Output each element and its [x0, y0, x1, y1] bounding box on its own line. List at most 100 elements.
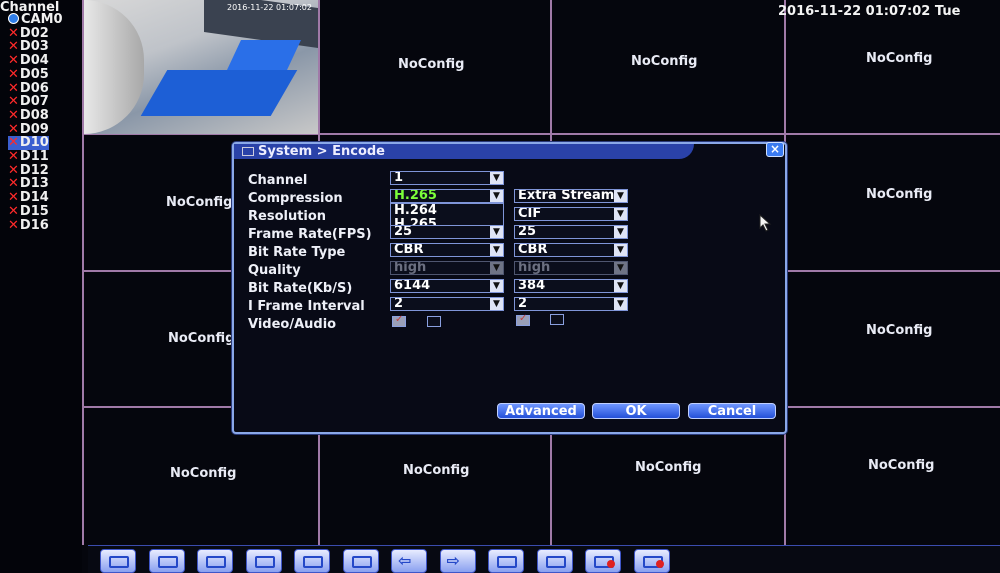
channel-item-d16[interactable]: ✕D16	[8, 217, 49, 233]
next-icon[interactable]: ⇨	[439, 549, 476, 573]
encode-dialog: System > Encode × Channel Compression Re…	[232, 142, 787, 434]
offline-x-icon: ✕	[8, 217, 19, 233]
chevron-down-icon: ▼	[490, 298, 503, 310]
button-glyph	[497, 556, 517, 568]
label-video-audio: Video/Audio	[248, 317, 337, 332]
label-resolution: Resolution	[248, 209, 327, 224]
playback-icon[interactable]	[488, 549, 524, 573]
chevron-down-icon: ▼	[614, 226, 627, 238]
noconfig-label: NoConfig	[631, 54, 698, 69]
label-bit-rate: Bit Rate(Kb/S)	[248, 281, 353, 296]
offline-x-icon: ✕	[8, 53, 19, 69]
camera-online-icon	[8, 13, 19, 24]
label-channel: Channel	[248, 173, 308, 188]
extra-frame-rate-select[interactable]: 25 ▼	[514, 225, 628, 239]
chevron-down-icon: ▼	[614, 298, 627, 310]
frame-rate-value: 25	[394, 225, 413, 239]
preview-ceiling	[84, 0, 144, 134]
label-iframe-interval: I Frame Interval	[248, 299, 365, 314]
extra-video-checkbox[interactable]	[516, 313, 530, 326]
channel-list: Channel CAM0 ✕D02 ✕D03 ✕D04 ✕D05 ✕D06 ✕D07 ✕D08…	[0, 0, 82, 573]
offline-x-icon: ✕	[8, 149, 19, 164]
extra-quality-value: high	[518, 261, 551, 275]
view-4-icon[interactable]	[148, 549, 185, 573]
channel-select[interactable]: 1 ▼	[390, 171, 504, 185]
dialog-title: System > Encode	[258, 144, 385, 159]
arrow-left-icon: ⇦	[398, 551, 412, 570]
noconfig-label: NoConfig	[168, 331, 235, 346]
video-checkbox[interactable]	[392, 314, 406, 327]
label-quality: Quality	[248, 263, 301, 278]
record-dot-icon	[607, 560, 615, 568]
preview-timestamp: 2016-11-22 01:07:02	[227, 3, 312, 12]
extra-resolution-select[interactable]: CIF ▼	[514, 207, 628, 221]
extra-bit-rate-type-select[interactable]: CBR ▼	[514, 243, 628, 257]
view-1-icon[interactable]	[100, 549, 136, 573]
extra-quality-select: high ▼	[514, 261, 628, 275]
noconfig-label: NoConfig	[166, 195, 233, 210]
record-stop-icon[interactable]	[633, 549, 670, 573]
extra-frame-rate-value: 25	[518, 225, 537, 239]
iframe-interval-value: 2	[394, 297, 404, 311]
button-glyph	[351, 556, 372, 568]
chevron-down-icon: ▼	[490, 226, 503, 238]
extra-resolution-value: CIF	[518, 207, 542, 221]
button-glyph	[109, 556, 129, 568]
label-compression: Compression	[248, 191, 343, 206]
quality-value: high	[394, 261, 427, 275]
stream-value: Extra Stream	[518, 189, 615, 203]
stream-select[interactable]: Extra Stream ▼	[514, 189, 628, 203]
bit-rate-select[interactable]: 6144 ▼	[390, 279, 504, 293]
compression-select[interactable]: H.265 ▼	[390, 189, 504, 203]
view-8-icon[interactable]	[197, 549, 233, 573]
chevron-down-icon: ▼	[614, 262, 627, 274]
audio-checkbox[interactable]	[427, 316, 441, 327]
extra-iframe-interval-value: 2	[518, 297, 528, 311]
view-9-icon[interactable]	[245, 549, 282, 573]
close-button[interactable]: ×	[766, 142, 784, 157]
extra-bit-rate-type-value: CBR	[518, 243, 548, 257]
button-glyph	[157, 556, 178, 568]
extra-bit-rate-select[interactable]: 384 ▼	[514, 279, 628, 293]
iframe-interval-select[interactable]: 2 ▼	[390, 297, 504, 311]
view-16-icon[interactable]	[294, 549, 330, 573]
window-icon	[242, 147, 254, 156]
offline-x-icon: ✕	[8, 190, 19, 206]
arrow-right-icon: ⇨	[446, 551, 460, 570]
ok-button[interactable]: OK	[592, 403, 680, 419]
chevron-down-icon: ▼	[614, 190, 627, 202]
bit-rate-type-select[interactable]: CBR ▼	[390, 243, 504, 257]
offline-x-icon: ✕	[8, 66, 19, 82]
extra-bit-rate-value: 384	[518, 279, 546, 293]
frame-rate-select[interactable]: 25 ▼	[390, 225, 504, 239]
network-icon[interactable]	[536, 549, 573, 573]
extra-iframe-interval-select[interactable]: 2 ▼	[514, 297, 628, 311]
chevron-down-icon: ▼	[490, 262, 503, 274]
noconfig-label: NoConfig	[170, 466, 237, 481]
mouse-cursor-icon	[759, 214, 772, 232]
noconfig-label: NoConfig	[866, 323, 933, 338]
compression-option[interactable]: H.264	[391, 204, 503, 218]
chevron-down-icon: ▼	[614, 244, 627, 256]
prev-icon[interactable]: ⇦	[391, 549, 427, 573]
preview-desk	[227, 40, 301, 70]
record-icon[interactable]	[585, 549, 621, 573]
offline-x-icon: ✕	[8, 107, 19, 123]
noconfig-label: NoConfig	[868, 458, 935, 473]
quality-select: high ▼	[390, 261, 504, 275]
button-glyph	[303, 556, 323, 568]
label-bit-rate-type: Bit Rate Type	[248, 245, 346, 260]
chevron-down-icon: ▼	[490, 244, 503, 256]
cancel-button[interactable]: Cancel	[688, 403, 776, 419]
fullscreen-icon[interactable]	[342, 549, 379, 573]
camera-preview[interactable]: 2016-11-22 01:07:02	[84, 0, 318, 134]
chevron-down-icon: ▼	[490, 280, 503, 292]
channel-label: D16	[19, 217, 49, 233]
offline-x-icon: ✕	[8, 203, 19, 219]
channel-value: 1	[394, 171, 404, 185]
advanced-button[interactable]: Advanced	[497, 403, 585, 419]
noconfig-label: NoConfig	[635, 460, 702, 475]
label-frame-rate: Frame Rate(FPS)	[248, 227, 372, 242]
extra-audio-checkbox[interactable]	[550, 314, 564, 325]
preview-desk	[140, 70, 298, 116]
